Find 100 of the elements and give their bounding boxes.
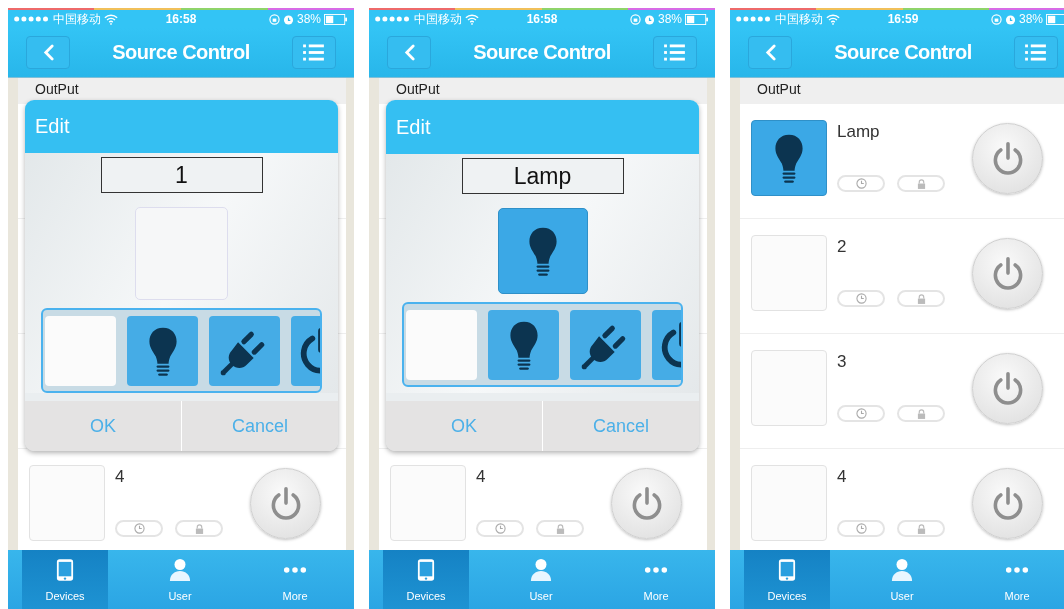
dialog-button[interactable]: OK (25, 401, 182, 451)
phone-icon (417, 558, 435, 582)
lock-button[interactable] (897, 175, 945, 192)
clock-icon (855, 293, 867, 304)
device-thumbnail[interactable] (751, 120, 827, 196)
lock-button[interactable] (175, 520, 223, 537)
more-icon (283, 566, 307, 574)
dialog-title: Edit (396, 115, 431, 139)
rotation-lock-icon (268, 13, 280, 25)
menu-icon (664, 44, 686, 61)
lock-button[interactable] (897, 290, 945, 307)
name-field[interactable]: 1 (100, 157, 263, 194)
timer-button[interactable] (837, 290, 885, 307)
rotation-lock-icon (629, 13, 641, 25)
section-title: OutPut (757, 81, 801, 97)
icon-option[interactable] (127, 316, 198, 386)
lock-icon (916, 408, 926, 419)
clock-icon (855, 178, 867, 189)
icon-option[interactable] (488, 309, 559, 380)
phone-icon (778, 558, 796, 582)
screen-title: Source Control (112, 41, 250, 64)
device-name: 4 (476, 467, 487, 487)
more-icon (644, 566, 668, 574)
lock-button[interactable] (897, 405, 945, 422)
timer-button[interactable] (115, 520, 163, 537)
dialog-button[interactable]: OK (386, 401, 543, 451)
clock-icon (133, 523, 145, 534)
dialog-title: Edit (35, 115, 70, 139)
tab[interactable]: Devices (383, 550, 469, 609)
power-button[interactable] (972, 238, 1043, 309)
battery-percent: 38% (657, 12, 682, 26)
wifi-icon (826, 13, 840, 25)
lock-icon (916, 523, 926, 534)
timer-button[interactable] (837, 405, 885, 422)
timer-button[interactable] (837, 520, 885, 537)
battery-percent: 38% (1018, 12, 1043, 26)
power-button[interactable] (972, 468, 1043, 539)
menu-icon (303, 44, 325, 61)
tab[interactable]: User (859, 550, 945, 609)
battery-icon (324, 13, 348, 25)
power-button[interactable] (972, 353, 1043, 424)
power-button[interactable] (250, 468, 321, 539)
lock-icon (916, 293, 926, 304)
back-button[interactable] (748, 36, 792, 69)
screen-title: Source Control (473, 41, 611, 64)
tab[interactable]: More (252, 550, 338, 609)
tab[interactable]: More (613, 550, 699, 609)
carrier-name: 中国移动 (53, 10, 101, 28)
name-field[interactable]: Lamp (461, 158, 624, 194)
back-button[interactable] (26, 36, 70, 69)
lock-button[interactable] (536, 520, 584, 537)
signal-icon (375, 16, 411, 22)
dialog-button[interactable]: Cancel (182, 401, 338, 451)
back-icon (403, 44, 415, 61)
wifi-icon (465, 13, 479, 25)
icon-option[interactable] (570, 309, 641, 380)
lock-icon (194, 523, 204, 534)
tab[interactable]: User (498, 550, 584, 609)
menu-icon (1025, 44, 1047, 61)
phone-icon (56, 558, 74, 582)
alarm-icon (1004, 13, 1016, 25)
tab[interactable]: Devices (744, 550, 830, 609)
more-icon (1005, 566, 1029, 574)
clock-time: 16:58 (526, 12, 558, 26)
tab[interactable]: More (974, 550, 1060, 609)
alarm-icon (643, 13, 655, 25)
menu-button[interactable] (292, 36, 336, 69)
battery-icon (685, 13, 709, 25)
clock-icon (494, 523, 506, 534)
dialog-button[interactable]: Cancel (543, 401, 699, 451)
timer-button[interactable] (476, 520, 524, 537)
back-button[interactable] (387, 36, 431, 69)
clock-time: 16:58 (165, 12, 197, 26)
clock-icon (855, 523, 867, 534)
alarm-icon (282, 13, 294, 25)
device-name: 4 (115, 467, 126, 487)
back-icon (42, 44, 54, 61)
lock-icon (555, 523, 565, 534)
section-title: OutPut (396, 81, 440, 97)
battery-percent: 38% (296, 12, 321, 26)
lock-button[interactable] (897, 520, 945, 537)
power-button[interactable] (972, 123, 1043, 194)
tab[interactable]: Devices (22, 550, 108, 609)
menu-button[interactable] (653, 36, 697, 69)
user-icon (530, 558, 552, 582)
carrier-name: 中国移动 (414, 10, 462, 28)
bulb-icon (773, 132, 805, 184)
menu-button[interactable] (1014, 36, 1058, 69)
device-name: 3 (837, 352, 848, 372)
user-icon (891, 558, 913, 582)
power-button[interactable] (611, 468, 682, 539)
battery-icon (1046, 13, 1064, 25)
device-name: 2 (837, 237, 848, 257)
section-title: OutPut (35, 81, 79, 97)
tab[interactable]: User (137, 550, 223, 609)
icon-option[interactable] (209, 316, 280, 386)
back-icon (764, 44, 776, 61)
lock-icon (916, 178, 926, 189)
timer-button[interactable] (837, 175, 885, 192)
bulb-icon (146, 325, 179, 377)
